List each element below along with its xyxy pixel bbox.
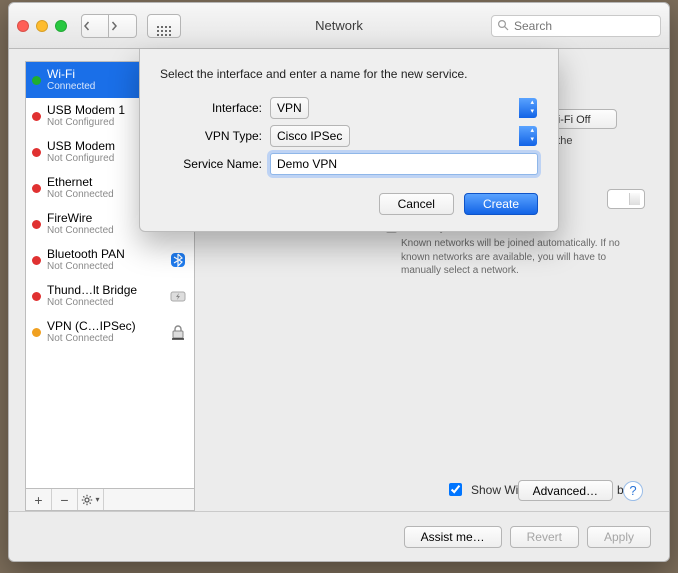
revert-button[interactable]: Revert [510, 526, 579, 548]
status-dot-icon [32, 292, 41, 301]
service-actions-menu[interactable] [78, 489, 104, 510]
search-icon [497, 19, 509, 31]
service-status: Not Connected [47, 297, 137, 308]
gear-icon [81, 494, 93, 506]
interface-select[interactable]: VPN [270, 97, 309, 119]
zoom-window-button[interactable] [55, 20, 67, 32]
service-status: Not Configured [47, 117, 125, 128]
sidebar-item-bluetooth-pan[interactable]: Bluetooth PAN Not Connected [26, 242, 194, 278]
close-window-button[interactable] [17, 20, 29, 32]
status-dot-icon [32, 328, 41, 337]
service-name-input[interactable] [270, 153, 538, 175]
ask-to-join-hint: Known networks will be joined automatica… [401, 237, 645, 278]
service-status: Not Connected [47, 261, 125, 272]
chevron-right-icon [109, 21, 119, 31]
advanced-button[interactable]: Advanced… [518, 480, 613, 501]
help-button[interactable]: ? [623, 481, 643, 501]
nav-back-forward [81, 14, 137, 38]
search-input[interactable] [491, 15, 661, 37]
bluetooth-icon [168, 250, 188, 270]
add-service-button[interactable]: + [26, 489, 52, 510]
forward-button[interactable] [109, 14, 137, 38]
service-status: Not Connected [47, 225, 114, 236]
service-status: Not Connected [47, 333, 136, 344]
status-dot-icon [32, 256, 41, 265]
status-dot-icon [32, 220, 41, 229]
assist-me-button[interactable]: Assist me… [404, 526, 502, 548]
sheet-prompt: Select the interface and enter a name fo… [160, 67, 538, 81]
apply-button[interactable]: Apply [587, 526, 651, 548]
vpn-type-select[interactable]: Cisco IPSec [270, 125, 350, 147]
status-dot-icon [32, 112, 41, 121]
thunderbolt-icon [168, 286, 188, 306]
chevron-left-icon [82, 21, 92, 31]
network-preferences-window: Network Wi-Fi Connected [8, 2, 670, 562]
service-name: FireWire [47, 212, 114, 225]
service-name: Wi-Fi [47, 68, 95, 81]
traffic-lights [17, 20, 67, 32]
status-dot-icon [32, 148, 41, 157]
service-status: Not Configured [47, 153, 115, 164]
show-all-button[interactable] [147, 14, 181, 38]
service-name: VPN (C…IPSec) [47, 320, 136, 333]
status-dot-icon [32, 76, 41, 85]
cancel-button[interactable]: Cancel [379, 193, 454, 215]
new-service-sheet: Select the interface and enter a name fo… [139, 49, 559, 232]
service-name-label: Service Name: [160, 157, 262, 171]
show-menubar-checkbox[interactable] [449, 483, 462, 496]
sidebar-item-thunderbolt-bridge[interactable]: Thund…lt Bridge Not Connected [26, 278, 194, 314]
service-name: Bluetooth PAN [47, 248, 125, 261]
status-dot-icon [32, 184, 41, 193]
minimize-window-button[interactable] [36, 20, 48, 32]
vpn-type-label: VPN Type: [160, 129, 262, 143]
create-button[interactable]: Create [464, 193, 538, 215]
service-name: USB Modem 1 [47, 104, 125, 117]
toolbar: Network [9, 3, 669, 49]
service-status: Not Connected [47, 189, 114, 200]
sidebar-item-vpn-ipsec[interactable]: VPN (C…IPSec) Not Connected [26, 314, 194, 350]
network-name-select[interactable] [607, 189, 645, 209]
service-name: USB Modem [47, 140, 115, 153]
back-button[interactable] [81, 14, 109, 38]
vpn-lock-icon [168, 322, 188, 342]
service-name: Ethernet [47, 176, 114, 189]
footer: Assist me… Revert Apply [9, 511, 669, 561]
search-field-wrap [491, 15, 661, 37]
service-list-toolbar: + − [25, 489, 195, 511]
remove-service-button[interactable]: − [52, 489, 78, 510]
service-name: Thund…lt Bridge [47, 284, 137, 297]
service-status: Connected [47, 81, 95, 92]
grid-icon [157, 26, 171, 36]
interface-label: Interface: [160, 101, 262, 115]
